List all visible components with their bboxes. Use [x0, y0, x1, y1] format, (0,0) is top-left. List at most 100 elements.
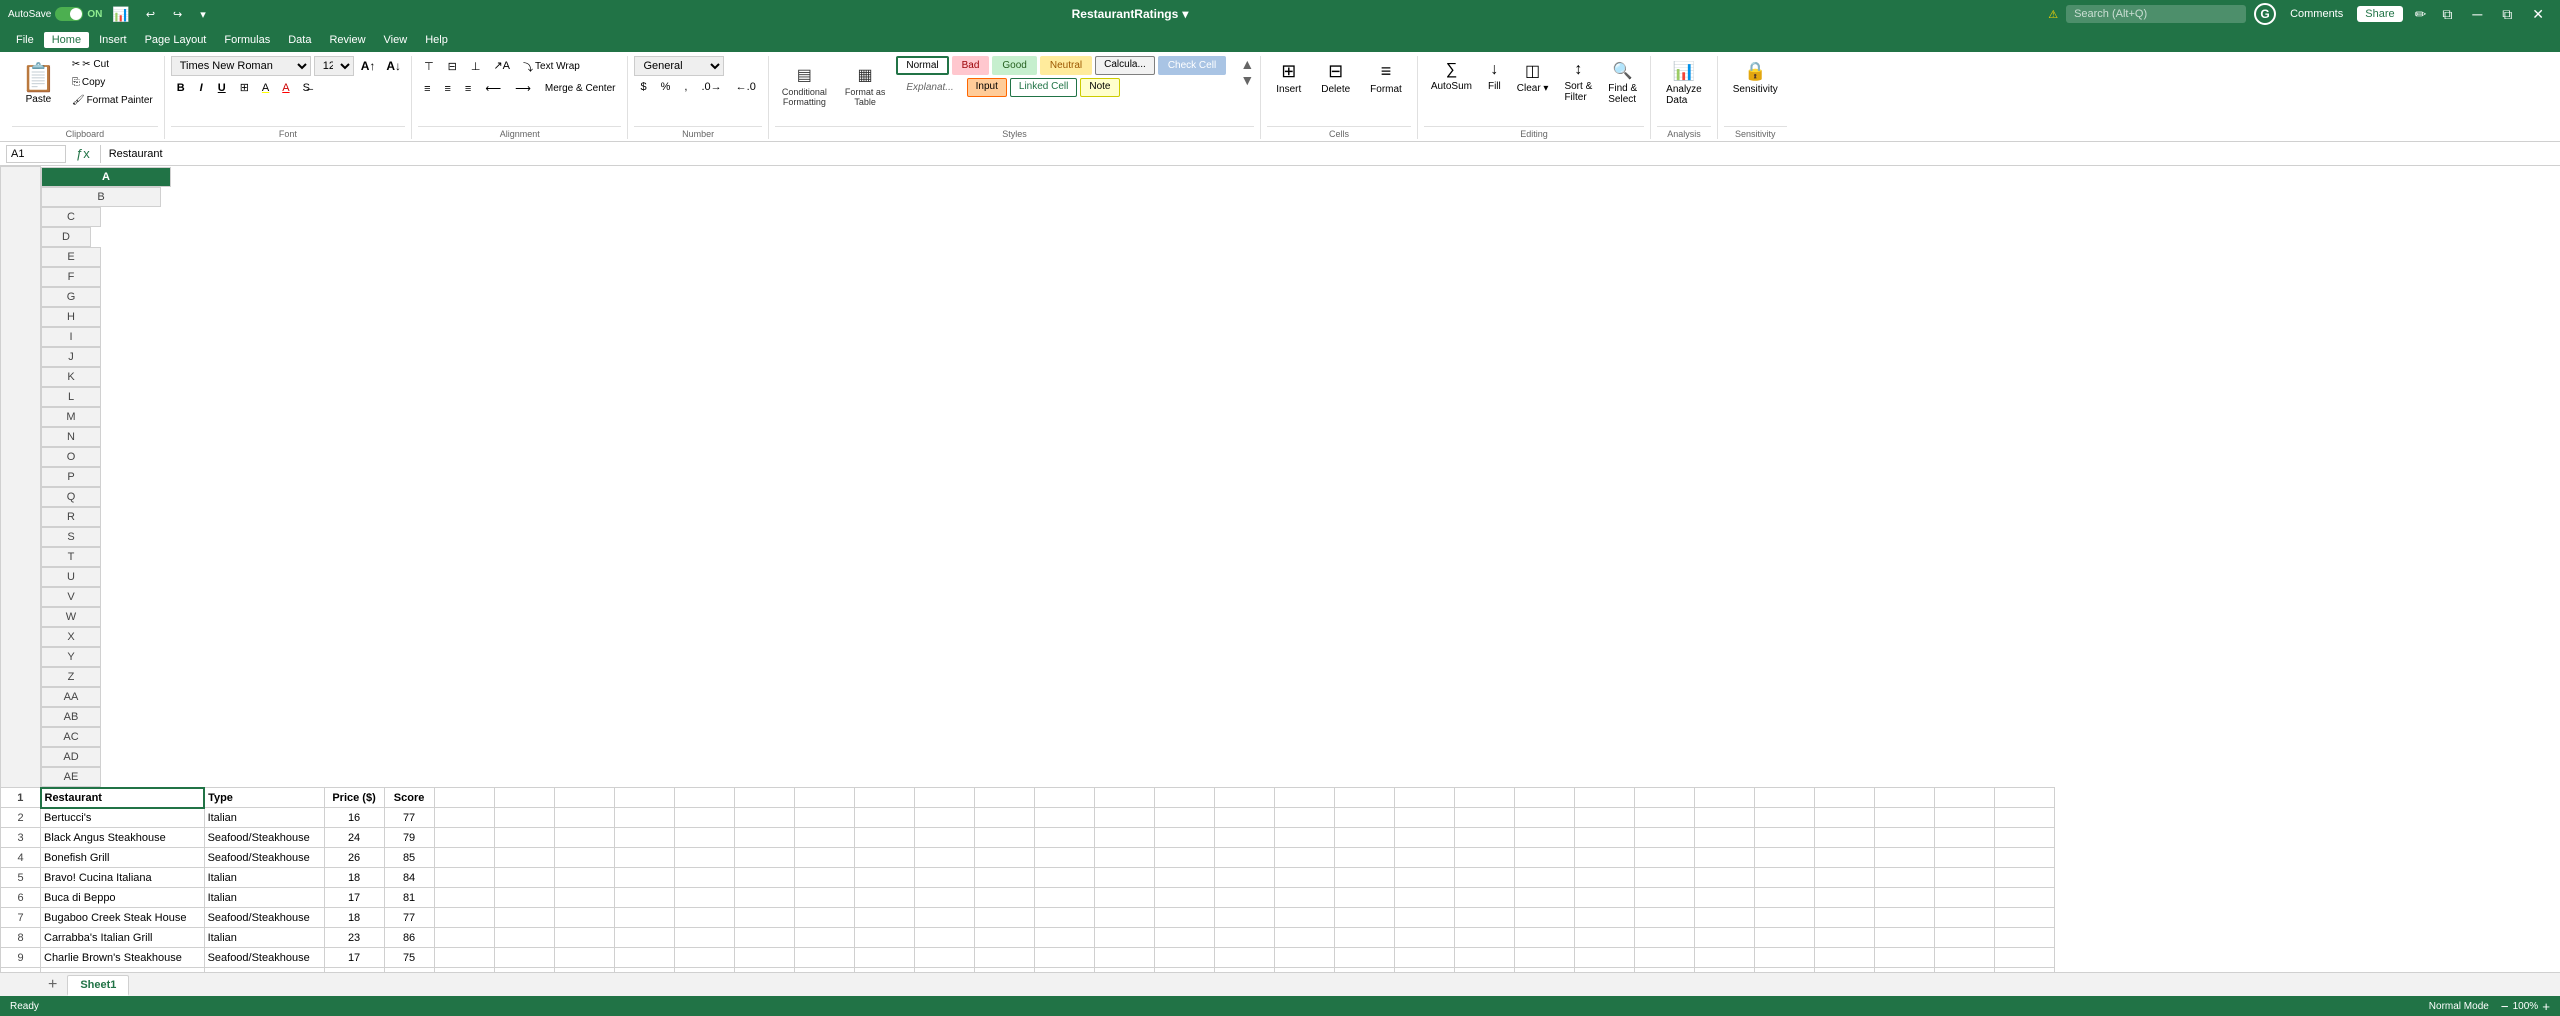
- cell-I8[interactable]: [674, 928, 734, 948]
- col-header-V[interactable]: V: [41, 587, 101, 607]
- cell-P9[interactable]: [1094, 948, 1154, 968]
- cell-S6[interactable]: [1274, 888, 1334, 908]
- cell-A9[interactable]: Charlie Brown's Steakhouse: [41, 948, 205, 968]
- cell-L1[interactable]: [854, 788, 914, 808]
- cell-L10[interactable]: [854, 968, 914, 973]
- cell-T5[interactable]: [1334, 868, 1394, 888]
- add-sheet-btn[interactable]: +: [40, 974, 65, 996]
- cell-W1[interactable]: [1514, 788, 1574, 808]
- cell-Z2[interactable]: [1694, 808, 1754, 828]
- cell-Z5[interactable]: [1694, 868, 1754, 888]
- cell-W5[interactable]: [1514, 868, 1574, 888]
- cell-AD5[interactable]: [1934, 868, 1994, 888]
- col-header-O[interactable]: O: [41, 447, 101, 467]
- row-num-8[interactable]: 8: [1, 928, 41, 948]
- cell-F5[interactable]: [494, 868, 554, 888]
- cell-W8[interactable]: [1514, 928, 1574, 948]
- col-header-Z[interactable]: Z: [41, 667, 101, 687]
- cell-Y2[interactable]: [1634, 808, 1694, 828]
- cell-R9[interactable]: [1214, 948, 1274, 968]
- cell-V8[interactable]: [1454, 928, 1514, 948]
- col-header-H[interactable]: H: [41, 307, 101, 327]
- cell-P7[interactable]: [1094, 908, 1154, 928]
- cell-AC9[interactable]: [1874, 948, 1934, 968]
- cell-O6[interactable]: [1034, 888, 1094, 908]
- align-middle-btn[interactable]: ⊟: [442, 56, 463, 77]
- cell-I2[interactable]: [674, 808, 734, 828]
- cell-K2[interactable]: [794, 808, 854, 828]
- cell-T2[interactable]: [1334, 808, 1394, 828]
- cell-M2[interactable]: [914, 808, 974, 828]
- cell-K10[interactable]: [794, 968, 854, 973]
- cell-W7[interactable]: [1514, 908, 1574, 928]
- cell-T10[interactable]: [1334, 968, 1394, 973]
- align-center-btn[interactable]: ≡: [438, 79, 456, 98]
- cell-C9[interactable]: 17: [324, 948, 384, 968]
- cell-B3[interactable]: Seafood/Steakhouse: [204, 828, 324, 848]
- cell-W9[interactable]: [1514, 948, 1574, 968]
- col-header-AC[interactable]: AC: [41, 727, 101, 747]
- cell-F7[interactable]: [494, 908, 554, 928]
- cell-AE7[interactable]: [1994, 908, 2054, 928]
- col-header-D[interactable]: D: [41, 227, 91, 247]
- col-header-G[interactable]: G: [41, 287, 101, 307]
- cell-D5[interactable]: 84: [384, 868, 434, 888]
- cell-L6[interactable]: [854, 888, 914, 908]
- cell-Z7[interactable]: [1694, 908, 1754, 928]
- cell-T7[interactable]: [1334, 908, 1394, 928]
- cell-X10[interactable]: [1574, 968, 1634, 973]
- cell-AD6[interactable]: [1934, 888, 1994, 908]
- cell-AC5[interactable]: [1874, 868, 1934, 888]
- fill-color-btn[interactable]: A: [257, 79, 274, 97]
- cell-M5[interactable]: [914, 868, 974, 888]
- cell-H8[interactable]: [614, 928, 674, 948]
- cell-N9[interactable]: [974, 948, 1034, 968]
- cell-A6[interactable]: Buca di Beppo: [41, 888, 205, 908]
- cell-G6[interactable]: [554, 888, 614, 908]
- cell-H4[interactable]: [614, 848, 674, 868]
- cell-I5[interactable]: [674, 868, 734, 888]
- cell-L9[interactable]: [854, 948, 914, 968]
- cell-AB9[interactable]: [1814, 948, 1874, 968]
- cell-U5[interactable]: [1394, 868, 1454, 888]
- cell-M1[interactable]: [914, 788, 974, 808]
- zoom-out-btn[interactable]: −: [2501, 999, 2509, 1014]
- cell-L4[interactable]: [854, 848, 914, 868]
- cell-AE8[interactable]: [1994, 928, 2054, 948]
- cell-AB10[interactable]: [1814, 968, 1874, 973]
- cell-Y1[interactable]: [1634, 788, 1694, 808]
- copy-btn[interactable]: ⎘ Copy: [67, 74, 158, 91]
- redo-btn[interactable]: ↪: [167, 6, 188, 23]
- menu-file[interactable]: File: [8, 32, 42, 48]
- cell-O9[interactable]: [1034, 948, 1094, 968]
- cell-K5[interactable]: [794, 868, 854, 888]
- menu-formulas[interactable]: Formulas: [216, 32, 278, 48]
- cell-AB5[interactable]: [1814, 868, 1874, 888]
- cell-AB1[interactable]: [1814, 788, 1874, 808]
- col-header-Q[interactable]: Q: [41, 487, 101, 507]
- cell-J6[interactable]: [734, 888, 794, 908]
- cell-E3[interactable]: [434, 828, 494, 848]
- col-header-R[interactable]: R: [41, 507, 101, 527]
- strike-btn[interactable]: S̶: [298, 79, 315, 97]
- cell-Q7[interactable]: [1154, 908, 1214, 928]
- col-header-S[interactable]: S: [41, 527, 101, 547]
- cell-A5[interactable]: Bravo! Cucina Italiana: [41, 868, 205, 888]
- cell-B2[interactable]: Italian: [204, 808, 324, 828]
- cell-G7[interactable]: [554, 908, 614, 928]
- orientation-btn[interactable]: ↗A: [488, 56, 515, 77]
- cell-S1[interactable]: [1274, 788, 1334, 808]
- cell-AC1[interactable]: [1874, 788, 1934, 808]
- bold-btn[interactable]: B: [171, 79, 191, 97]
- cell-B7[interactable]: Seafood/Steakhouse: [204, 908, 324, 928]
- cell-AE4[interactable]: [1994, 848, 2054, 868]
- minimize-btn[interactable]: ─: [2464, 4, 2490, 25]
- styles-scroll[interactable]: ▲▼: [1240, 56, 1254, 88]
- cell-AD8[interactable]: [1934, 928, 1994, 948]
- cell-J3[interactable]: [734, 828, 794, 848]
- cell-AA8[interactable]: [1754, 928, 1814, 948]
- undo-btn[interactable]: ↩: [140, 6, 161, 23]
- cell-G5[interactable]: [554, 868, 614, 888]
- cell-AA10[interactable]: [1754, 968, 1814, 973]
- cell-P8[interactable]: [1094, 928, 1154, 948]
